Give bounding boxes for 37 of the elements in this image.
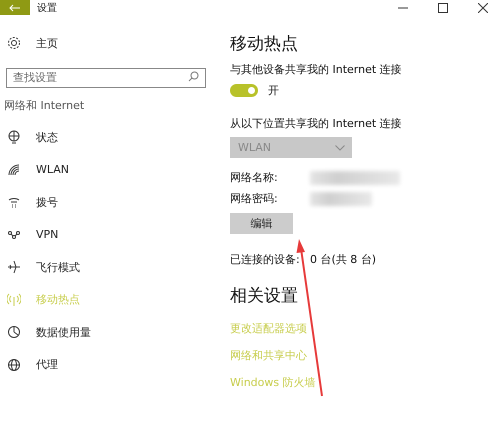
nav-item[interactable]: 拨号 — [0, 186, 222, 218]
section-heading: 网络和 Internet — [4, 99, 86, 113]
nav-item[interactable]: 飞行模式 — [0, 251, 222, 284]
nav-item[interactable]: 状态 — [0, 121, 222, 154]
airplane-icon — [7, 260, 21, 274]
search-icon — [188, 71, 199, 82]
share-label: 与其他设备共享我的 Internet 连接 — [230, 62, 403, 77]
search-field[interactable]: 查找设置 — [6, 68, 206, 88]
settings-icon — [7, 36, 21, 50]
nav-item[interactable]: 代理 — [0, 348, 222, 381]
nav-item[interactable]: VPN — [0, 218, 222, 251]
network-name-label: 网络名称: — [230, 170, 279, 185]
connected-devices-label: 已连接的设备: — [230, 252, 301, 267]
back-arrow-icon — [9, 4, 21, 12]
globe-icon — [7, 130, 21, 144]
globe-icon — [7, 358, 21, 372]
close-icon[interactable] — [478, 2, 488, 12]
toggle-switch[interactable] — [230, 84, 258, 97]
back-button[interactable] — [0, 0, 30, 15]
related-settings-heading: 相关设置 — [230, 285, 299, 308]
connected-devices-value: 0 台(共 8 台) — [310, 252, 376, 267]
network-password-label: 网络密码: — [230, 191, 279, 206]
redacted-value — [310, 192, 372, 206]
nav-item[interactable]: 数据使用量 — [0, 316, 222, 348]
phone-icon — [7, 195, 21, 210]
source-label: 从以下位置共享我的 Internet 连接 — [230, 116, 403, 131]
hotspot-icon — [7, 292, 21, 307]
nav-item[interactable]: WLAN — [0, 154, 222, 186]
pie-chart-icon — [7, 325, 21, 340]
wifi-icon — [7, 162, 21, 177]
page-title: 移动热点 — [230, 33, 299, 56]
window-title: 设置 — [37, 2, 57, 14]
toggle-state-label: 开 — [268, 83, 279, 98]
home-nav-item[interactable]: 主页 — [0, 33, 222, 53]
edit-button[interactable]: 编辑 — [230, 213, 293, 234]
chevron-down-icon — [335, 144, 345, 150]
maximize-icon[interactable] — [438, 2, 448, 12]
